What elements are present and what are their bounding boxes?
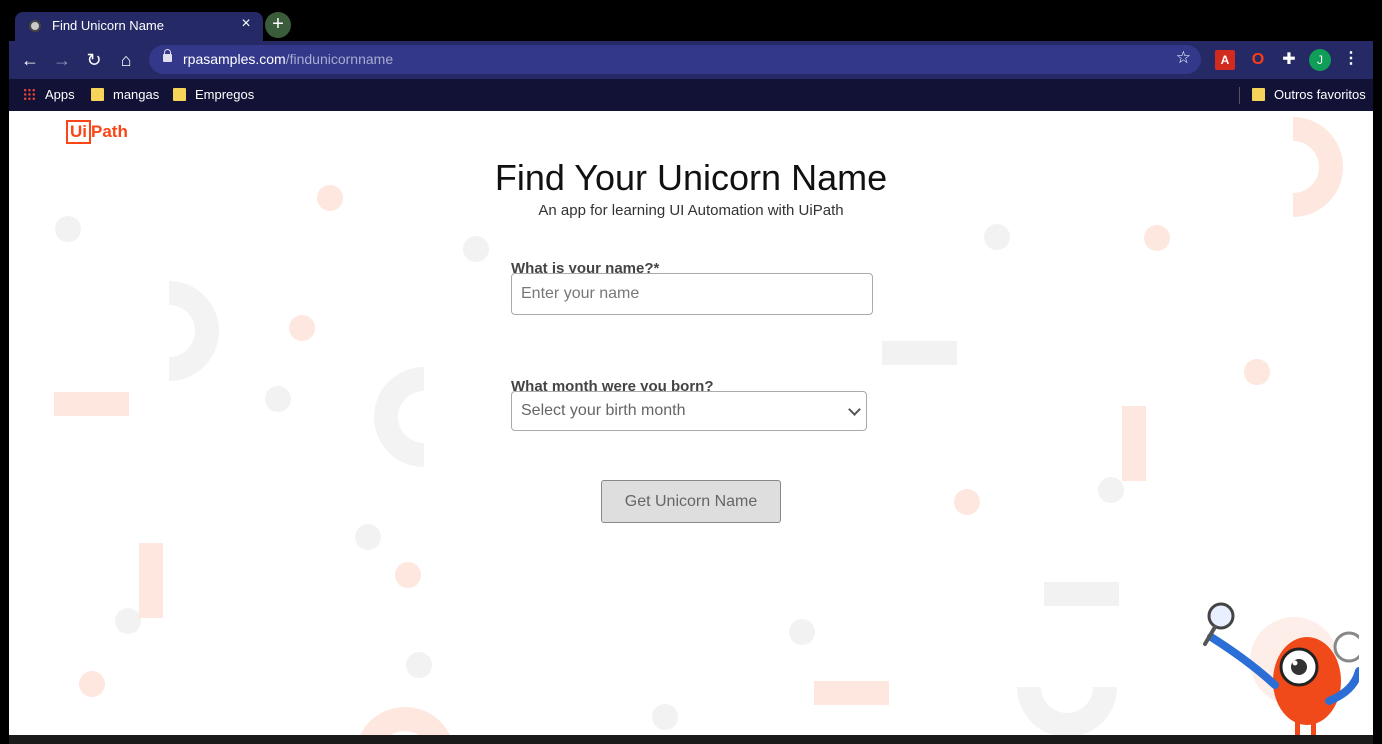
logo-ui: Ui — [66, 120, 91, 144]
home-icon[interactable]: ⌂ — [114, 49, 138, 71]
decor-dot — [789, 619, 815, 645]
site-favicon-icon — [29, 20, 41, 32]
decor-dot — [355, 524, 381, 550]
new-tab-button[interactable]: + — [265, 12, 291, 38]
lock-icon — [163, 49, 172, 62]
apps-grid-icon — [23, 88, 36, 101]
robot-mascot-with-magnifier-icon — [1203, 602, 1359, 742]
browser-toolbar: ← → ↻ ⌂ rpasamples.com/findunicornname ☆… — [9, 41, 1373, 79]
url-path: /findunicornname — [285, 51, 394, 67]
decor-dot — [1244, 359, 1270, 385]
page-subtitle: An app for learning UI Automation with U… — [538, 202, 844, 219]
chevron-down-icon — [848, 403, 861, 416]
os-taskbar — [9, 735, 1373, 744]
get-unicorn-name-button[interactable]: Get Unicorn Name — [601, 480, 781, 523]
bookmark-apps[interactable]: Apps — [23, 85, 75, 105]
back-arrow-icon[interactable]: ← — [18, 49, 42, 71]
decor-arc — [169, 281, 219, 381]
url-text: rpasamples.com/findunicornname — [183, 51, 393, 67]
decor-arc — [374, 367, 424, 467]
decor-dot — [1098, 477, 1124, 503]
office-extension-icon[interactable]: O — [1248, 50, 1268, 70]
decor-dot — [289, 315, 315, 341]
tab-title: Find Unicorn Name — [52, 18, 164, 33]
decor-dot — [79, 671, 105, 697]
decor-dot — [1144, 225, 1170, 251]
decor-dot — [652, 704, 678, 730]
decor-bar — [139, 543, 163, 618]
name-input[interactable] — [511, 273, 873, 315]
page-title: Find Your Unicorn Name — [494, 157, 888, 198]
bookmark-label: Outros favoritos — [1274, 87, 1366, 102]
folder-icon — [1252, 88, 1265, 101]
bookmark-mangas[interactable]: mangas — [91, 85, 159, 105]
tab-find-unicorn-name[interactable]: Find Unicorn Name × — [15, 12, 263, 41]
tab-strip: Find Unicorn Name × + — [9, 9, 1373, 41]
url-host: rpasamples.com — [183, 51, 286, 67]
bookmark-star-icon[interactable]: ☆ — [1176, 48, 1191, 68]
folder-icon — [173, 88, 186, 101]
decor-dot — [395, 562, 421, 588]
extensions-puzzle-icon[interactable]: ✚ — [1279, 50, 1299, 70]
decor-dot — [115, 608, 141, 634]
decor-bar — [814, 681, 889, 705]
decor-bar — [54, 392, 129, 416]
birth-month-placeholder: Select your birth month — [521, 402, 686, 419]
decor-dot — [984, 224, 1010, 250]
uipath-logo[interactable]: Ui Path — [66, 120, 128, 146]
reload-icon[interactable]: ↻ — [82, 49, 106, 71]
decor-dot — [463, 236, 489, 262]
forward-arrow-icon[interactable]: → — [50, 49, 74, 71]
folder-icon — [91, 88, 104, 101]
decor-dot — [265, 386, 291, 412]
decor-dot — [406, 652, 432, 678]
birth-month-select[interactable]: Select your birth month — [511, 391, 867, 431]
bookmarks-separator — [1239, 87, 1240, 104]
bookmark-label: mangas — [113, 87, 160, 102]
pdf-extension-icon[interactable]: A — [1215, 50, 1235, 70]
decor-dot — [55, 216, 81, 242]
address-bar[interactable]: rpasamples.com/findunicornname ☆ — [149, 45, 1201, 74]
browser-window: Find Unicorn Name × + ← → ↻ ⌂ rpasamples… — [9, 9, 1373, 744]
decor-arc — [1017, 687, 1117, 737]
bookmarks-bar: Apps mangas Empregos Outros favoritos — [9, 79, 1373, 111]
page-content: Ui Path Find Your Unicorn Name An app for… — [9, 111, 1373, 744]
decor-bar — [1044, 582, 1119, 606]
decor-bar — [1122, 406, 1146, 481]
decor-dot — [954, 489, 980, 515]
tab-close-icon[interactable]: × — [237, 15, 255, 33]
decor-bar — [882, 341, 957, 365]
bookmark-label: Apps — [45, 87, 75, 102]
kebab-menu-icon[interactable]: ⋮ — [1343, 48, 1359, 70]
bookmark-other-favorites[interactable]: Outros favoritos — [1252, 85, 1366, 105]
profile-avatar[interactable]: J — [1309, 49, 1331, 71]
logo-path: Path — [91, 122, 128, 141]
bookmark-empregos[interactable]: Empregos — [173, 85, 254, 105]
bookmark-label: Empregos — [195, 87, 255, 102]
